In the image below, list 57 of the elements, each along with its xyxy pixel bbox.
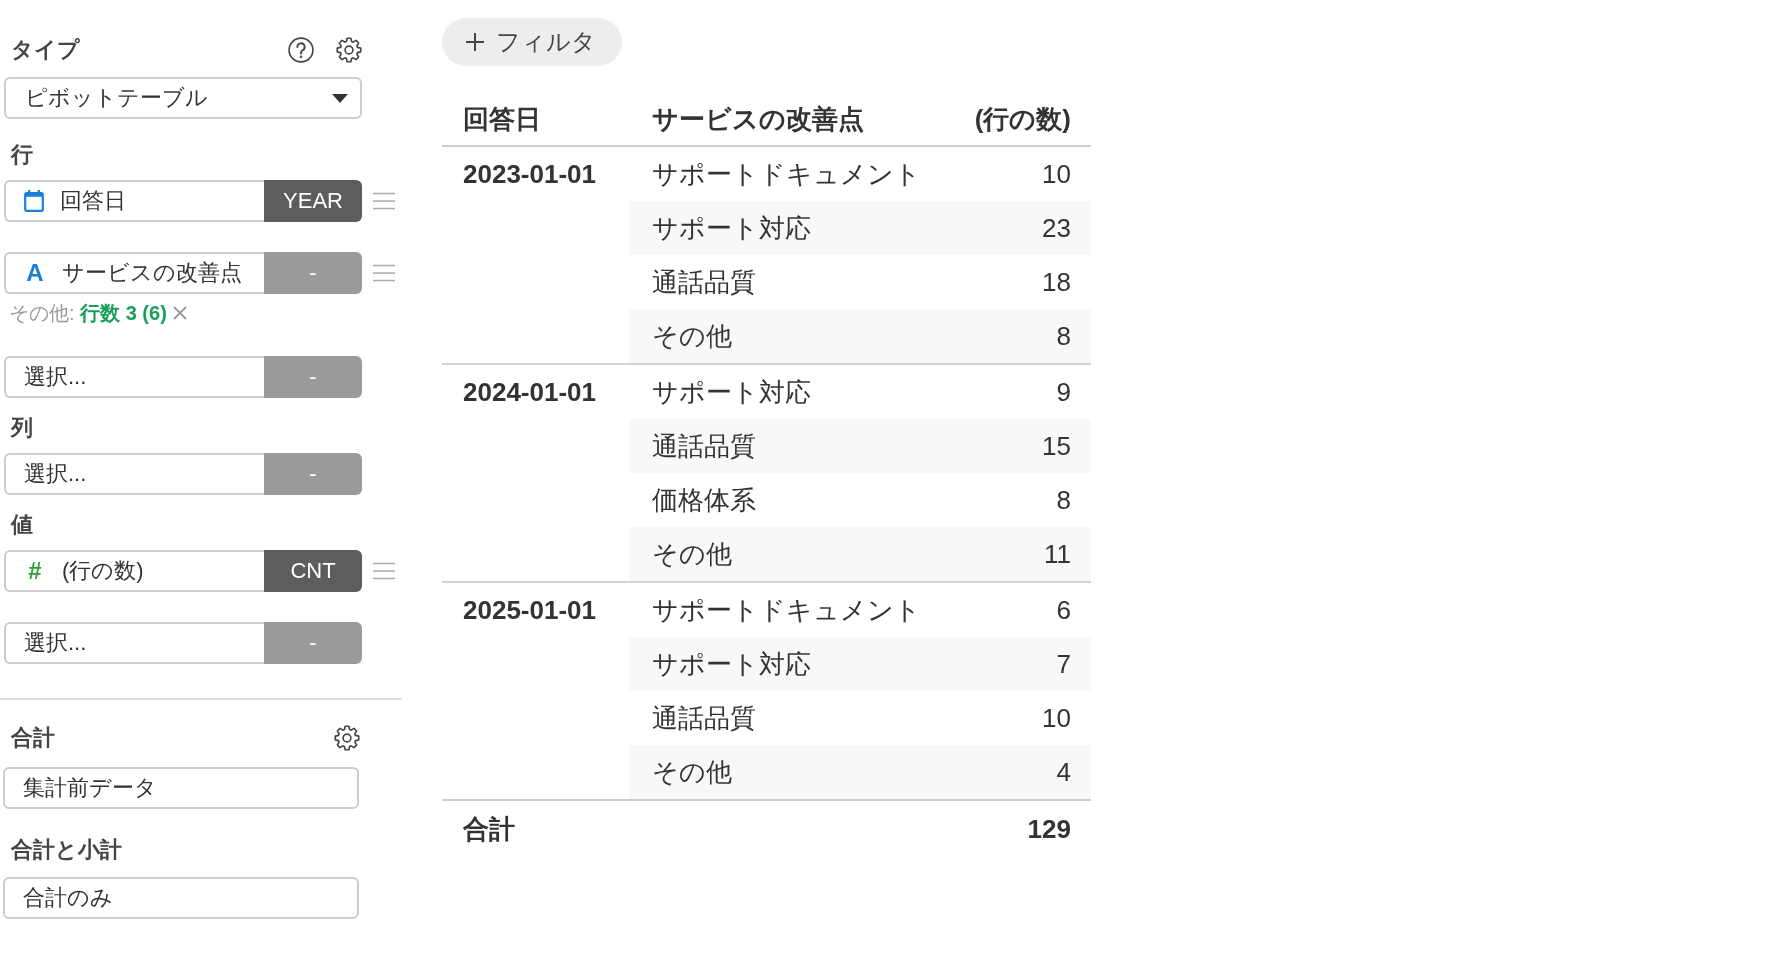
table-cell: サポートドキュメント [629, 146, 931, 201]
section-label: 合計と小計 [10, 836, 122, 864]
hash-icon: # [24, 559, 46, 583]
select-field[interactable]: 合計のみ [3, 877, 359, 919]
settings-icon[interactable] [334, 725, 360, 751]
add-filter-button[interactable]: フィルタ [442, 18, 622, 66]
caret-icon [332, 93, 348, 103]
table-cell: サポート対応 [629, 637, 931, 691]
chart-type-dropdown[interactable]: ピボットテーブル [4, 77, 362, 119]
aggregation-button[interactable]: CNT [264, 550, 362, 592]
table-cell: その他 [629, 309, 931, 364]
section-label: 合計 [10, 724, 55, 752]
table-cell: 7 [931, 637, 1091, 691]
section-label: 列 [9, 414, 33, 442]
column-header: サービスの改善点 [629, 94, 931, 146]
section-label: 行 [9, 141, 33, 169]
total-value: 129 [931, 800, 1091, 857]
table-cell: 価格体系 [629, 473, 931, 527]
field-select[interactable]: 選択... [4, 356, 264, 398]
field-note: その他: 行数 3 (6) [9, 300, 167, 326]
field-select[interactable]: 選択... [4, 453, 264, 495]
table-cell: 通話品質 [629, 419, 931, 473]
table-cell: 18 [931, 255, 1091, 309]
menu-icon[interactable] [373, 562, 395, 580]
table-cell: 通話品質 [629, 691, 931, 745]
table-cell: 4 [931, 745, 1091, 800]
table-cell: 23 [931, 201, 1091, 255]
table-cell: 10 [931, 146, 1091, 201]
column-header: 回答日 [442, 94, 629, 146]
table-cell: 15 [931, 419, 1091, 473]
table-cell: 11 [931, 527, 1091, 582]
table-cell: その他 [629, 745, 931, 800]
table-cell: 通話品質 [629, 255, 931, 309]
help-icon[interactable] [288, 37, 314, 63]
section-label: 値 [9, 511, 33, 539]
section-label: タイプ [10, 36, 80, 64]
field-select[interactable]: 選択... [4, 622, 264, 664]
total-label: 合計 [442, 800, 629, 857]
close-icon[interactable] [172, 306, 187, 320]
aggregation-button[interactable]: YEAR [264, 180, 362, 222]
settings-icon[interactable] [336, 37, 362, 63]
field-select[interactable]: # (行の数) [4, 550, 264, 592]
table-cell: その他 [629, 527, 931, 582]
row-header-cell: 2023-01-01 [442, 146, 629, 364]
field-select[interactable]: A サービスの改善点 [4, 252, 264, 294]
calendar-icon [24, 190, 44, 212]
menu-icon[interactable] [373, 192, 395, 210]
table-cell: サポート対応 [629, 201, 931, 255]
table-cell: 8 [931, 309, 1091, 364]
letter-icon: A [24, 261, 46, 285]
menu-icon[interactable] [373, 264, 395, 282]
table-cell: 8 [931, 473, 1091, 527]
field-select[interactable]: 回答日 [4, 180, 264, 222]
plus-icon [466, 33, 484, 51]
table-cell: 10 [931, 691, 1091, 745]
select-field[interactable]: 集計前データ [3, 767, 359, 809]
column-header: (行の数) [931, 94, 1091, 146]
